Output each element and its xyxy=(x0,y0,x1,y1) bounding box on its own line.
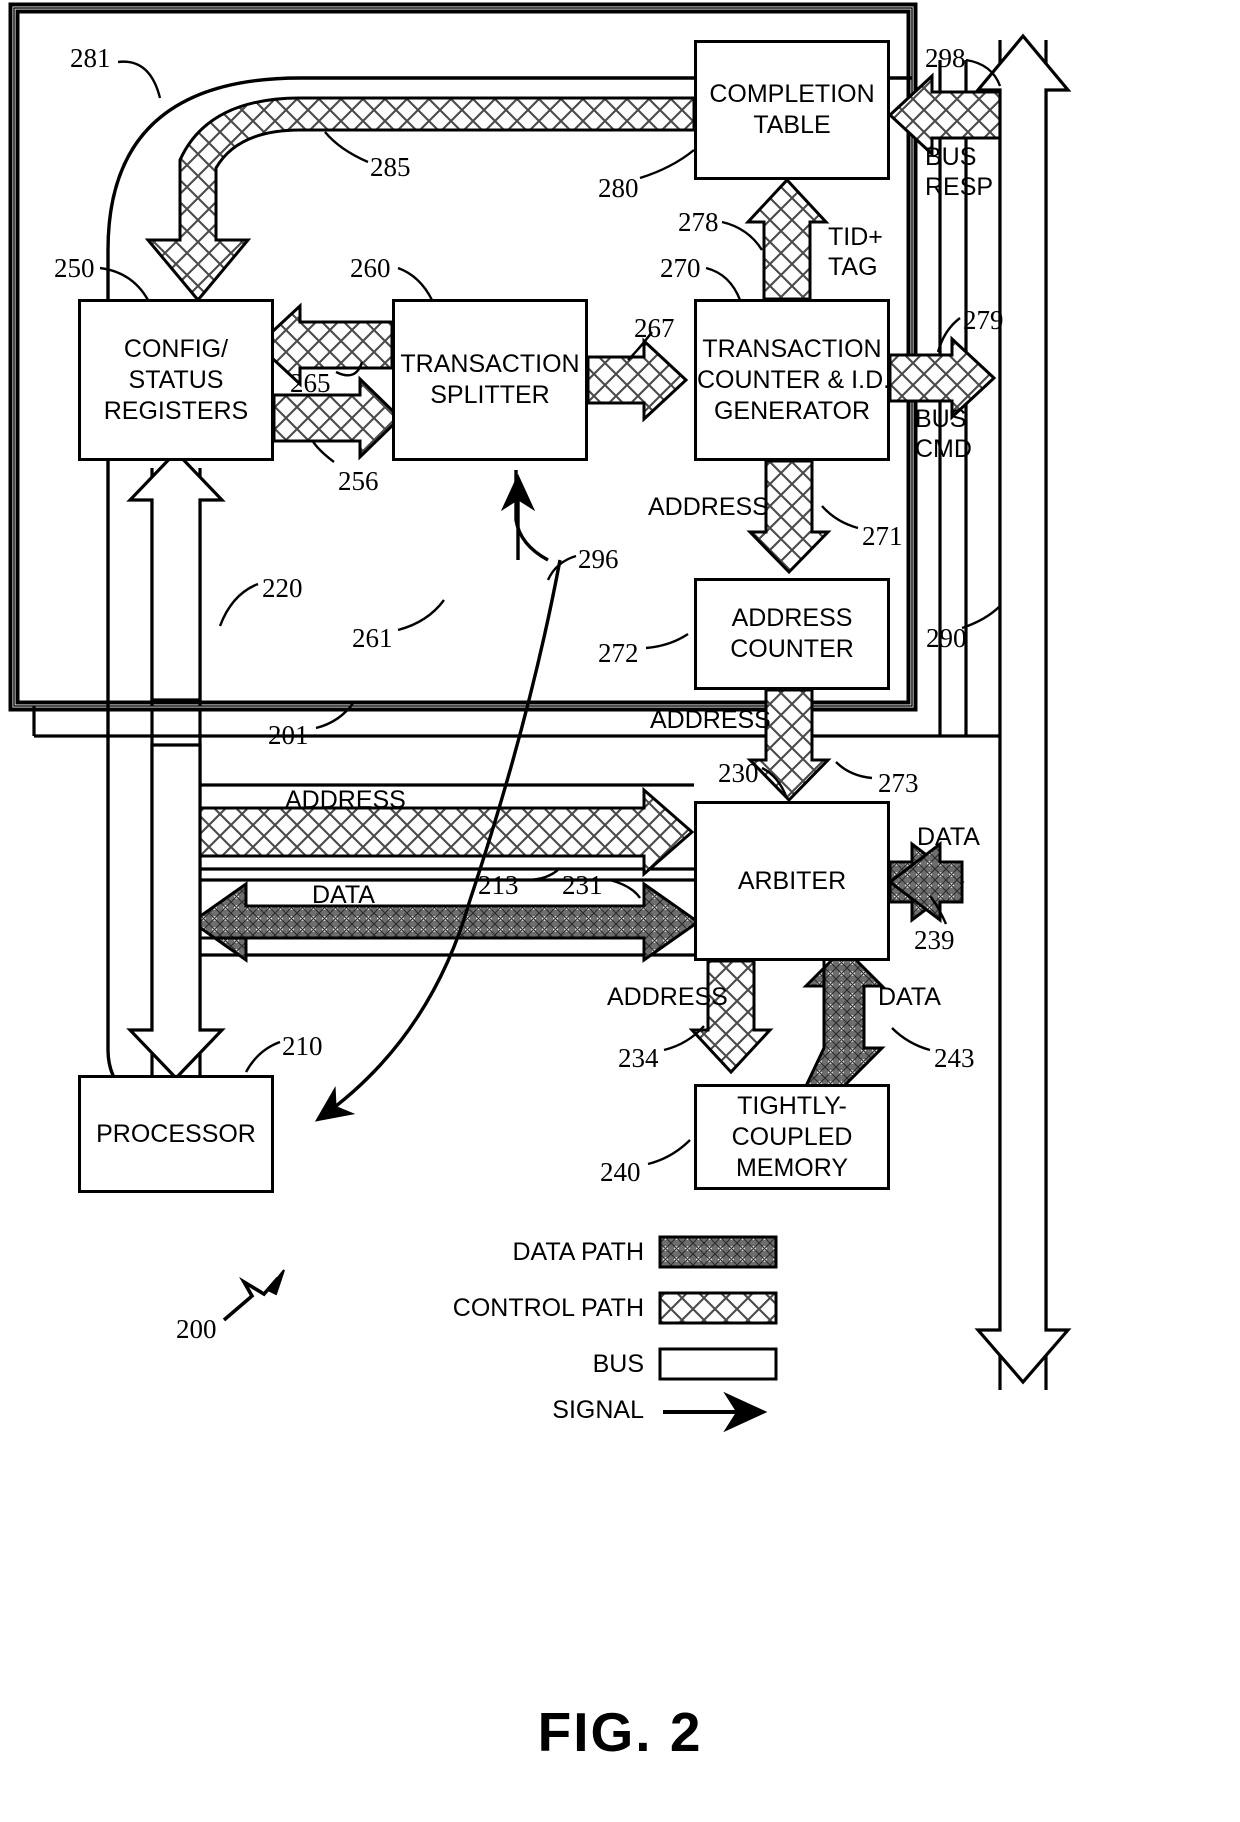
signal-261-stub xyxy=(514,470,549,562)
legend-swatches xyxy=(658,1235,778,1433)
ref-279: 279 xyxy=(963,305,1004,335)
legend-label-signal: SIGNAL xyxy=(552,1396,644,1424)
ref-285: 285 xyxy=(370,152,411,182)
block-label-transaction-counter-id-generator: TRANSACTION COUNTER & I.D. GENERATOR xyxy=(697,334,891,425)
signal-label-bus-cmd: BUS CMD xyxy=(915,405,972,463)
block-processor: PROCESSOR xyxy=(78,1075,274,1193)
ref-261: 261 xyxy=(352,623,393,653)
block-label-arbiter: ARBITER xyxy=(737,866,847,895)
ref-239: 239 xyxy=(914,925,955,955)
ref-260: 260 xyxy=(350,253,391,283)
figure-label: FIG. 2 xyxy=(537,1701,703,1763)
ref-220: 220 xyxy=(262,573,303,603)
ref-240: 240 xyxy=(600,1157,641,1187)
legend-swatch-bus xyxy=(658,1347,778,1381)
block-completion-table: COMPLETION TABLE xyxy=(694,40,890,180)
ref-234: 234 xyxy=(618,1043,659,1073)
arrow-234 xyxy=(688,959,774,1075)
ref-267: 267 xyxy=(634,313,675,343)
ref-265: 265 xyxy=(290,368,331,398)
block-label-processor: PROCESSOR xyxy=(96,1119,256,1148)
block-address-counter: ADDRESS COUNTER xyxy=(694,578,890,690)
ref-213: 213 xyxy=(478,870,519,900)
signal-label-address-273: ADDRESS xyxy=(650,706,771,734)
arrow-278 xyxy=(744,177,830,301)
ref-231: 231 xyxy=(562,870,603,900)
block-tightly-coupled-memory: TIGHTLY- COUPLED MEMORY xyxy=(694,1084,890,1190)
arrow-239-left xyxy=(887,840,964,924)
ref-201: 201 xyxy=(268,720,309,750)
signal-label-address-271: ADDRESS xyxy=(648,493,769,521)
arrow-267 xyxy=(586,337,689,423)
ref-200: 200 xyxy=(176,1314,217,1344)
block-label-config-status-registers: CONFIG/ STATUS REGISTERS xyxy=(103,334,249,425)
arrow-213-231-data xyxy=(189,881,701,963)
block-label-completion-table: COMPLETION TABLE xyxy=(709,80,875,139)
block-transaction-splitter: TRANSACTION SPLITTER xyxy=(392,299,588,461)
ref-270: 270 xyxy=(660,253,701,283)
ref-243: 243 xyxy=(934,1043,975,1073)
ref-271: 271 xyxy=(862,521,903,551)
block-label-tightly-coupled-memory: TIGHTLY- COUPLED MEMORY xyxy=(731,1091,853,1182)
arrow-290 xyxy=(974,33,1072,1385)
ref-296: 296 xyxy=(578,544,619,574)
block-transaction-counter-id-generator: TRANSACTION COUNTER & I.D. GENERATOR xyxy=(694,299,890,461)
signal-label-data-213: DATA xyxy=(312,881,375,909)
arrow-220-up xyxy=(126,449,226,702)
block-label-address-counter: ADDRESS COUNTER xyxy=(730,604,854,663)
signal-label-data-239: DATA xyxy=(917,823,980,851)
ref-278: 278 xyxy=(678,207,719,237)
legend-label-data-path: DATA PATH xyxy=(512,1238,645,1266)
patent-figure-canvas: COMPLETION TABLE CONFIG/ STATUS REGISTERS… xyxy=(0,0,1240,1822)
signal-label-address-220: ADDRESS xyxy=(285,786,406,814)
ref-230: 230 xyxy=(718,758,759,788)
signal-label-tid-tag: TID+ TAG xyxy=(828,223,883,281)
ref-298: 298 xyxy=(925,43,966,73)
signal-label-address-234: ADDRESS xyxy=(607,983,728,1011)
ref-250: 250 xyxy=(54,253,95,283)
ref-256: 256 xyxy=(338,466,379,496)
ref-273: 273 xyxy=(878,768,919,798)
ref-272: 272 xyxy=(598,638,639,668)
legend-label-control-path: CONTROL PATH xyxy=(452,1294,644,1322)
signal-label-bus-resp: BUS RESP xyxy=(925,143,994,201)
block-label-transaction-splitter: TRANSACTION SPLITTER xyxy=(400,350,580,409)
legend-swatch-control xyxy=(658,1291,778,1325)
block-arbiter: ARBITER xyxy=(694,801,890,961)
arrow-220-address xyxy=(198,786,695,878)
arrow-243 xyxy=(802,945,886,1088)
figure-svg xyxy=(8,2,1072,1433)
block-config-status-registers: CONFIG/ STATUS REGISTERS xyxy=(78,299,274,461)
legend-swatch-data xyxy=(658,1235,778,1269)
ref-281: 281 xyxy=(70,43,111,73)
ref-290: 290 xyxy=(926,623,967,653)
legend-label-bus: BUS xyxy=(592,1350,644,1378)
signal-label-data-243: DATA xyxy=(878,983,941,1011)
assembly-leader-200 xyxy=(222,1269,285,1322)
ref-280: 280 xyxy=(598,173,639,203)
ref-210: 210 xyxy=(282,1031,323,1061)
